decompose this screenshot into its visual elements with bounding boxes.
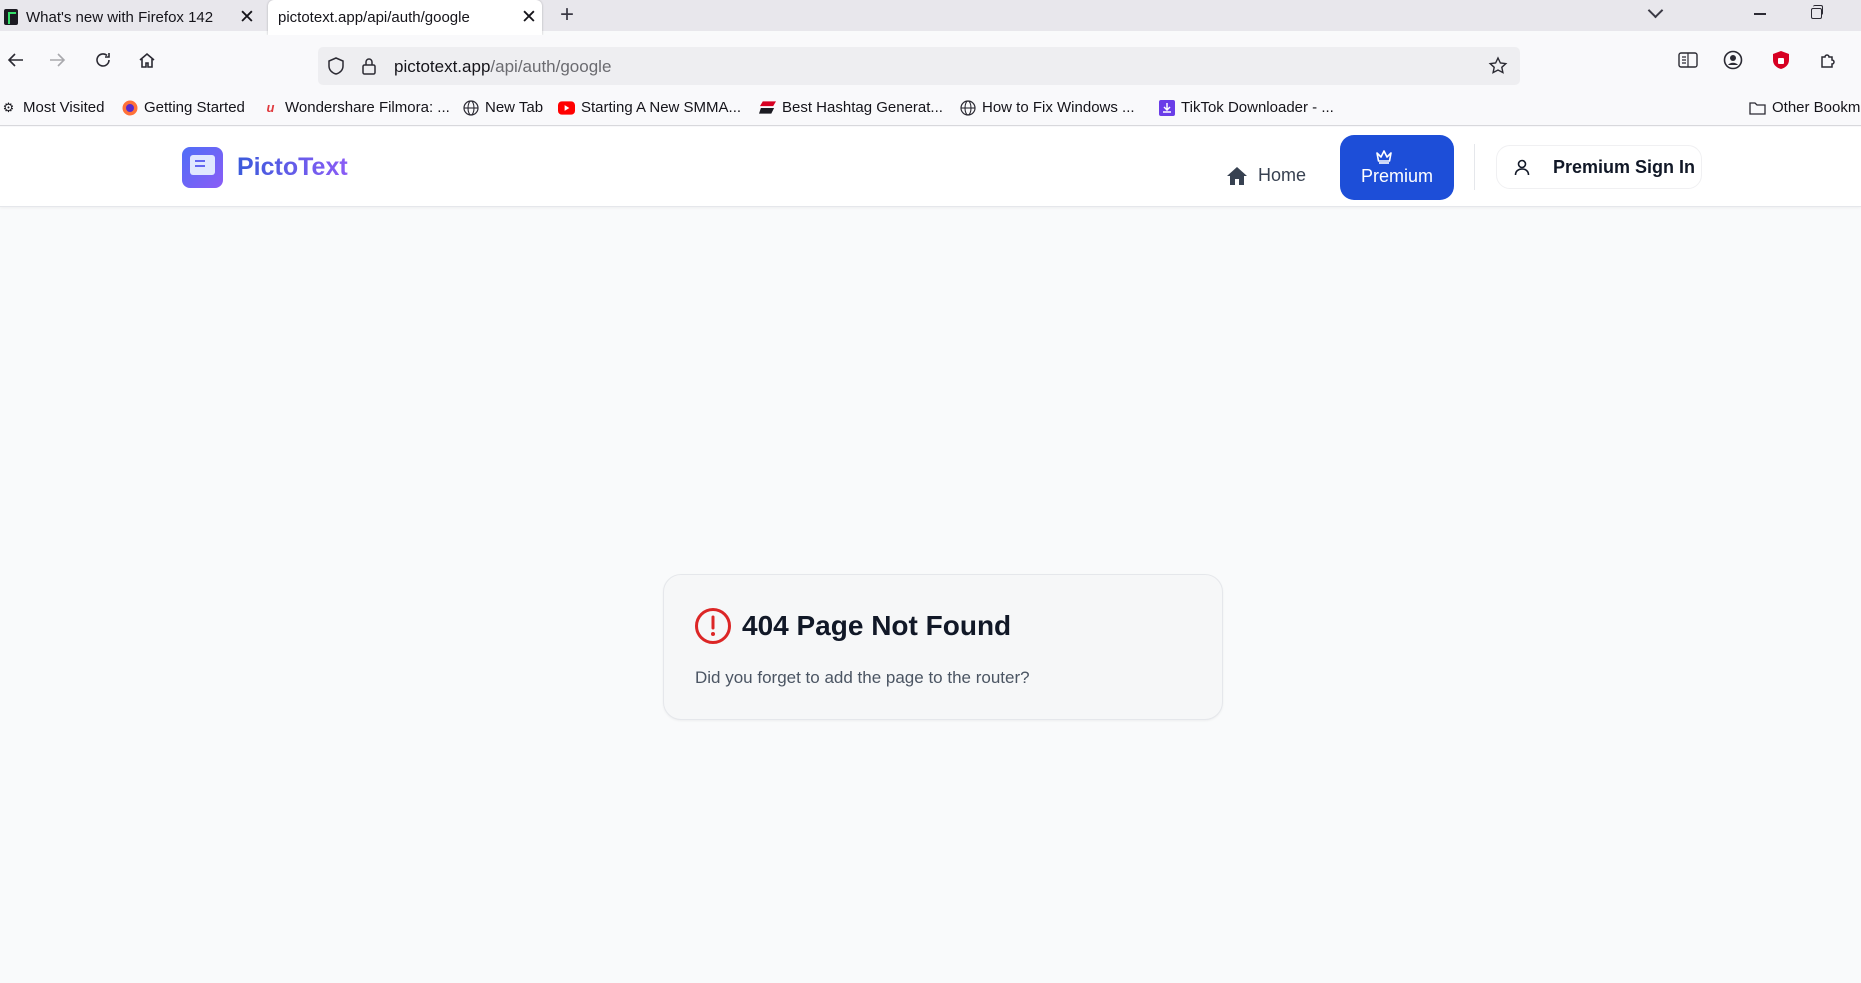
crown-icon	[1376, 149, 1392, 164]
tab-firefox-whats-new[interactable]: What's new with Firefox 142 ✕	[0, 0, 260, 34]
globe-icon	[959, 99, 976, 116]
bookmark-label: Other Bookm	[1772, 99, 1861, 116]
terminal-favicon-icon	[4, 9, 18, 25]
url-bar[interactable]: pictotext.app/api/auth/google	[318, 47, 1520, 85]
url-host: pictotext.app	[394, 57, 491, 76]
youtube-icon	[558, 99, 575, 116]
home-nav-link[interactable]: Home	[1226, 165, 1306, 186]
alert-circle-icon	[695, 608, 731, 644]
folder-icon	[1749, 99, 1766, 116]
not-found-heading: 404 Page Not Found	[694, 607, 1011, 645]
minimize-icon[interactable]	[1754, 13, 1766, 15]
bookmark-label: Best Hashtag Generat...	[782, 99, 943, 116]
close-tab-icon[interactable]: ✕	[234, 6, 260, 29]
premium-sign-in-button[interactable]: Premium Sign In	[1496, 145, 1702, 189]
bookmark-tiktok-downloader[interactable]: TikTok Downloader - ...	[1158, 99, 1334, 116]
bookmarks-toolbar: ⚙ Most Visited Getting Started u Wonders…	[0, 92, 1861, 126]
extensions-puzzle-icon[interactable]	[1812, 44, 1844, 76]
bookmark-filmora[interactable]: u Wondershare Filmora: ...	[262, 99, 450, 116]
page-content: PictoText Home Premium Premium Sign In 4…	[0, 127, 1861, 983]
bookmark-fix-windows[interactable]: How to Fix Windows ...	[959, 99, 1135, 116]
tab-strip: What's new with Firefox 142 ✕ pictotext.…	[0, 0, 1861, 35]
bookmark-most-visited[interactable]: ⚙ Most Visited	[0, 99, 105, 116]
not-found-card: 404 Page Not Found Did you forget to add…	[663, 574, 1223, 720]
ublock-shield-icon[interactable]	[1765, 44, 1797, 76]
shield-icon[interactable]	[326, 56, 346, 81]
bookmark-label: New Tab	[485, 99, 544, 116]
site-header: PictoText Home Premium Premium Sign In	[0, 127, 1861, 207]
bookmark-label: TikTok Downloader - ...	[1181, 99, 1334, 116]
gear-icon: ⚙	[2, 99, 15, 115]
bookmark-label: Getting Started	[144, 99, 245, 116]
new-tab-button[interactable]: +	[560, 1, 574, 29]
reader-view-icon[interactable]	[1672, 44, 1704, 76]
user-icon	[1514, 159, 1530, 176]
other-bookmarks[interactable]: Other Bookm	[1749, 99, 1860, 116]
navigation-toolbar: pictotext.app/api/auth/google	[0, 35, 1861, 92]
header-divider	[1474, 144, 1475, 190]
premium-label: Premium	[1360, 165, 1433, 186]
home-icon[interactable]	[131, 44, 163, 76]
bookmark-smma[interactable]: Starting A New SMMA...	[558, 99, 741, 116]
back-icon[interactable]	[0, 44, 32, 76]
bookmark-star-icon[interactable]	[1488, 56, 1508, 81]
bookmark-hashtag[interactable]: Best Hashtag Generat...	[759, 99, 943, 116]
brand-name: PictoText	[237, 153, 348, 181]
bookmark-label: Starting A New SMMA...	[581, 99, 742, 116]
error-message: Did you forget to add the page to the ro…	[695, 668, 1030, 687]
pictotext-logo-icon	[182, 147, 223, 188]
url-text[interactable]: pictotext.app/api/auth/google	[394, 57, 611, 77]
url-path: /api/auth/google	[490, 57, 612, 76]
bookmark-label: Wondershare Filmora: ...	[285, 99, 450, 116]
hashtag-site-icon	[759, 99, 776, 116]
tab-title: pictotext.app/api/auth/google	[278, 9, 470, 26]
lock-icon[interactable]	[360, 56, 378, 81]
restore-window-icon[interactable]	[1811, 5, 1823, 19]
home-label: Home	[1258, 165, 1307, 185]
forward-icon[interactable]	[41, 44, 73, 76]
filmora-icon: u	[266, 100, 275, 115]
account-icon[interactable]	[1717, 44, 1749, 76]
download-icon	[1158, 99, 1175, 116]
close-tab-icon[interactable]: ✕	[516, 6, 542, 29]
bookmark-new-tab[interactable]: New Tab	[462, 99, 543, 116]
globe-icon	[462, 99, 479, 116]
firefox-icon	[121, 99, 138, 116]
reload-icon[interactable]	[87, 44, 119, 76]
browser-chrome: What's new with Firefox 142 ✕ pictotext.…	[0, 0, 1861, 127]
tab-title: What's new with Firefox 142	[26, 8, 214, 26]
bookmark-label: Most Visited	[23, 99, 105, 116]
sign-in-label: Premium Sign In	[1553, 156, 1696, 177]
bookmark-getting-started[interactable]: Getting Started	[121, 99, 245, 116]
brand-logo[interactable]: PictoText	[182, 147, 348, 188]
error-title: 404 Page Not Found	[742, 610, 1012, 641]
bookmark-label: How to Fix Windows ...	[982, 99, 1135, 116]
list-all-tabs-icon[interactable]	[1648, 5, 1664, 21]
house-icon	[1227, 166, 1247, 185]
premium-button[interactable]: Premium	[1340, 135, 1454, 200]
tab-pictotext[interactable]: pictotext.app/api/auth/google ✕	[268, 0, 542, 35]
